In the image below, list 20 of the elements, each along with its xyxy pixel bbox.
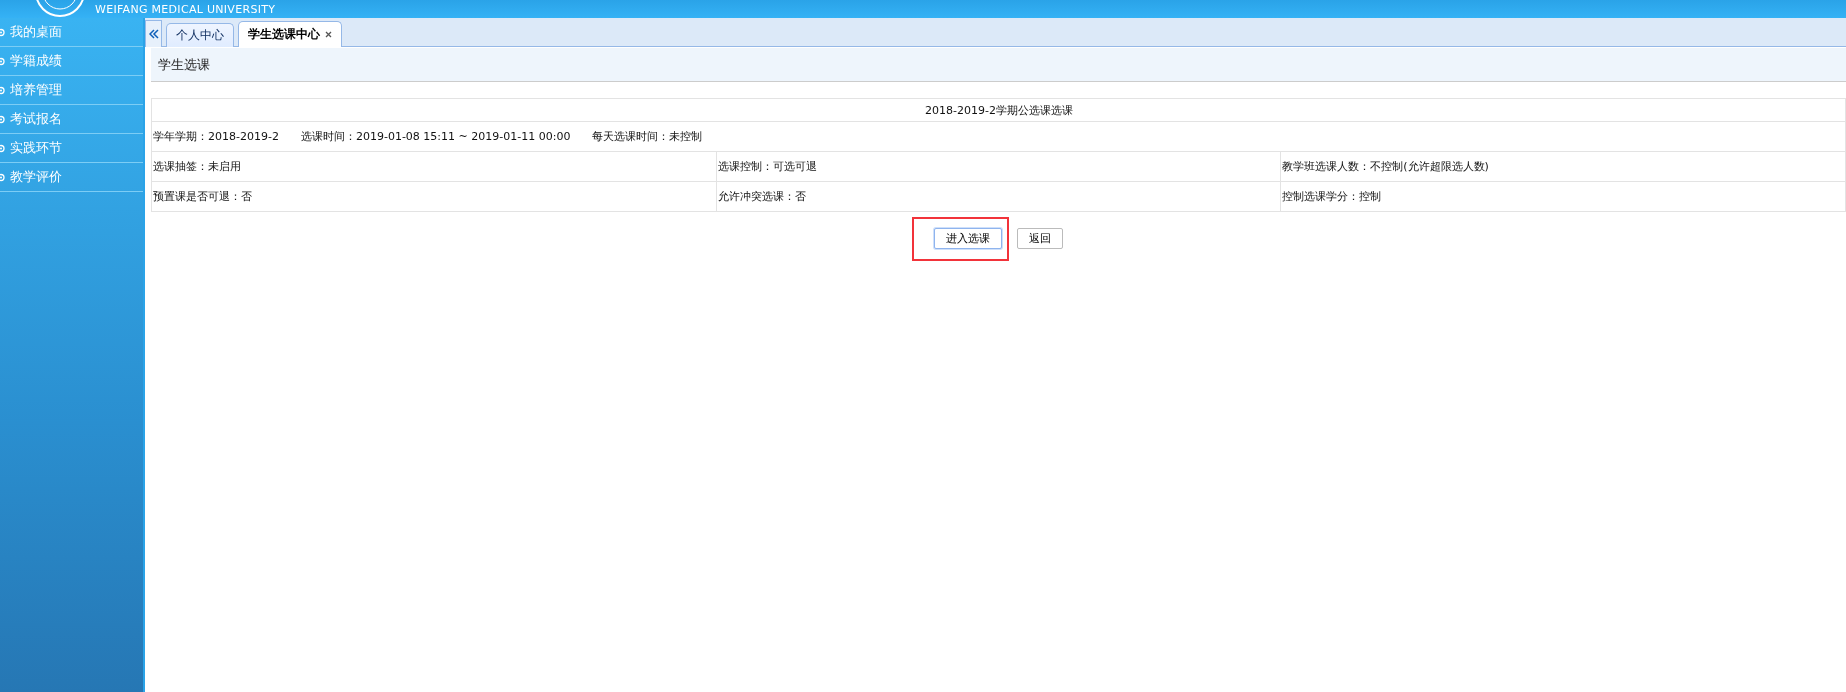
- enter-button[interactable]: 进入选课: [933, 228, 1002, 249]
- double-chevron-icon: [148, 29, 159, 39]
- close-icon[interactable]: [325, 31, 332, 38]
- collapse-button[interactable]: [145, 20, 162, 47]
- table-cell: 教学班选课人数：不控制(允许超限选人数): [1282, 160, 1489, 173]
- table-title: 2018-2019-2学期公选课选课: [151, 98, 1846, 122]
- table-cell: 选课控制：可选可退: [717, 160, 817, 173]
- table-cell: 控制选课学分：控制: [1282, 190, 1382, 203]
- info-text: 每天选课时间：未控制: [592, 129, 703, 144]
- table-cell: 预置课是否可退：否: [153, 190, 252, 203]
- table-cell: 允许冲突选课：否: [717, 190, 806, 203]
- panel-title: 学生选课: [158, 55, 210, 74]
- tab[interactable]: 学生选课中心: [238, 21, 342, 47]
- info-text: 学年学期：2018-2019-2: [153, 129, 279, 144]
- back-button[interactable]: 返回: [1016, 228, 1063, 249]
- info-text: 选课时间：2019-01-08 15:11 ~ 2019-01-11 00:00: [300, 129, 571, 144]
- table-cell: 选课抽签：未启用: [153, 160, 241, 173]
- logo-icon: [34, 0, 86, 18]
- tab[interactable]: 个人中心: [166, 23, 234, 47]
- university-name: WEIFANG MEDICAL UNIVERSITY: [95, 3, 276, 18]
